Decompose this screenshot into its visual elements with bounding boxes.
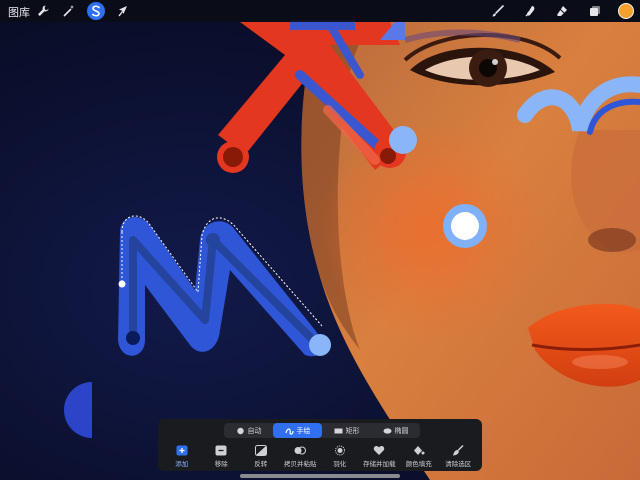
drawing-canvas[interactable] [0, 0, 640, 480]
invert-icon [254, 445, 267, 456]
save-load-button[interactable]: 存储并加载 [360, 445, 400, 469]
add-button[interactable]: 添加 [162, 445, 202, 469]
feather-icon [334, 445, 346, 456]
action-label: 移除 [214, 460, 228, 468]
freehand-icon [284, 427, 294, 435]
remove-icon [215, 445, 227, 456]
heart-icon [373, 445, 385, 456]
color-fill-button[interactable]: 颜色填充 [399, 445, 439, 469]
copy-paste-icon [294, 445, 307, 456]
clear-brush-icon [452, 445, 464, 456]
eraser-icon[interactable] [553, 2, 571, 20]
top-toolbar: 图库 [0, 0, 640, 22]
action-label: 反转 [254, 460, 268, 468]
selection-panel: 自动 手绘 矩形 椭圆 添加 移除 反转 拷贝并粘贴 羽化 存储并加载 颜色填充… [158, 419, 482, 471]
circle-icon [236, 427, 245, 434]
add-icon [176, 445, 188, 456]
mode-label: 椭圆 [394, 426, 409, 435]
white-ring-shape [443, 204, 487, 248]
selection-mode-tabs: 自动 手绘 矩形 椭圆 [224, 423, 420, 438]
mode-rectangle[interactable]: 矩形 [322, 423, 371, 438]
mode-label: 矩形 [345, 426, 360, 435]
feather-button[interactable]: 羽化 [320, 445, 360, 469]
mode-ellipse[interactable]: 椭圆 [371, 423, 420, 438]
action-label: 清除选区 [445, 460, 472, 468]
action-label: 拷贝并粘贴 [284, 460, 317, 468]
copy-paste-button[interactable]: 拷贝并粘贴 [281, 445, 321, 469]
mode-label: 手绘 [296, 426, 311, 435]
action-label: 颜色填充 [405, 460, 432, 468]
action-label: 羽化 [333, 460, 347, 468]
arrow-cursor-icon[interactable] [114, 2, 132, 20]
selection-actions: 添加 移除 反转 拷贝并粘贴 羽化 存储并加载 颜色填充 清除选区 [162, 445, 478, 469]
mode-freehand[interactable]: 手绘 [273, 423, 322, 438]
wrench-icon[interactable] [34, 2, 52, 20]
brush-icon[interactable] [489, 2, 507, 20]
action-label: 存储并加载 [363, 460, 396, 468]
home-indicator[interactable] [240, 474, 400, 478]
gallery-button[interactable]: 图库 [8, 4, 30, 20]
magic-wand-icon[interactable] [60, 2, 78, 20]
rectangle-icon [334, 427, 343, 434]
mode-label: 自动 [247, 426, 262, 435]
color-fill-icon [413, 445, 425, 456]
invert-button[interactable]: 反转 [241, 445, 281, 469]
selection-s-icon[interactable] [87, 2, 105, 20]
ellipse-icon [383, 427, 392, 434]
mode-automatic[interactable]: 自动 [224, 423, 273, 438]
clear-selection-button[interactable]: 清除选区 [439, 445, 479, 469]
action-label: 添加 [175, 460, 189, 468]
layers-icon[interactable] [586, 2, 604, 20]
smudge-icon[interactable] [521, 2, 539, 20]
remove-button[interactable]: 移除 [202, 445, 242, 469]
color-swatch-button[interactable] [618, 3, 634, 19]
